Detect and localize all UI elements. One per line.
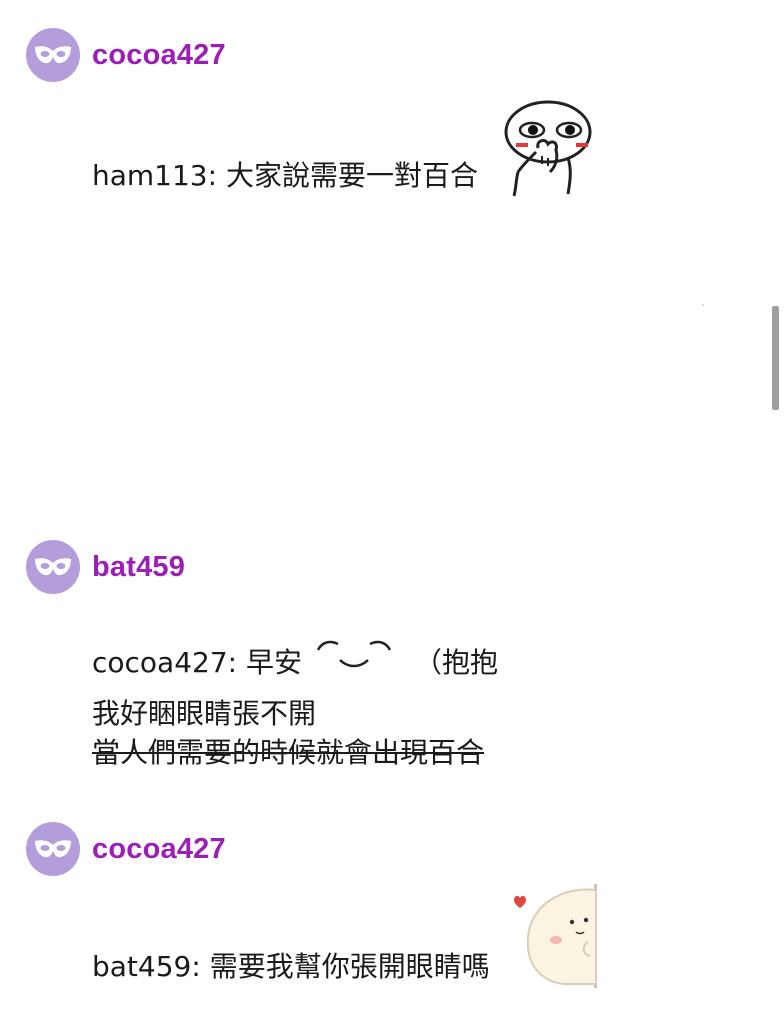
message-text: bat459: 需要我幫你張開眼睛嗎 xyxy=(92,950,490,983)
message-text: 我好睏眼睛張不開 xyxy=(92,697,317,730)
message-text-suffix: （抱抱 xyxy=(414,646,499,679)
post-3: cocoa427 bat459: 需要我幫你張開眼睛嗎 xyxy=(0,822,784,1022)
avatar[interactable] xyxy=(26,28,80,82)
username[interactable]: bat459 xyxy=(92,551,185,584)
divider-dot xyxy=(702,304,704,306)
post-1: cocoa427 ham113: 大家說需要一對百合 xyxy=(0,28,784,228)
shy-face-sticker xyxy=(504,100,592,197)
avatar[interactable] xyxy=(26,822,80,876)
post-2: bat459 cocoa427: 早安 （抱抱 我好睏眼睛張不開 當人們需要的時… xyxy=(0,540,784,780)
strikethrough-text: 當人們需要的時候就會出現百合 xyxy=(92,736,485,769)
post-header: cocoa427 xyxy=(26,28,226,82)
avatar[interactable] xyxy=(26,540,80,594)
mask-icon xyxy=(35,840,71,858)
message-text: ham113: 大家說需要一對百合 xyxy=(92,159,478,192)
message-text-start: cocoa427: 早安 xyxy=(92,646,302,679)
smile-eyes-emoticon xyxy=(316,640,392,668)
peeking-ghost-sticker xyxy=(514,884,597,988)
scrollbar[interactable] xyxy=(772,306,779,410)
username[interactable]: cocoa427 xyxy=(92,833,226,866)
username[interactable]: cocoa427 xyxy=(92,39,226,72)
mask-icon xyxy=(35,46,71,64)
post-header: cocoa427 xyxy=(26,822,226,876)
mask-icon xyxy=(35,558,71,576)
post-header: bat459 xyxy=(26,540,185,594)
message-text: cocoa427: 早安 xyxy=(92,644,302,682)
